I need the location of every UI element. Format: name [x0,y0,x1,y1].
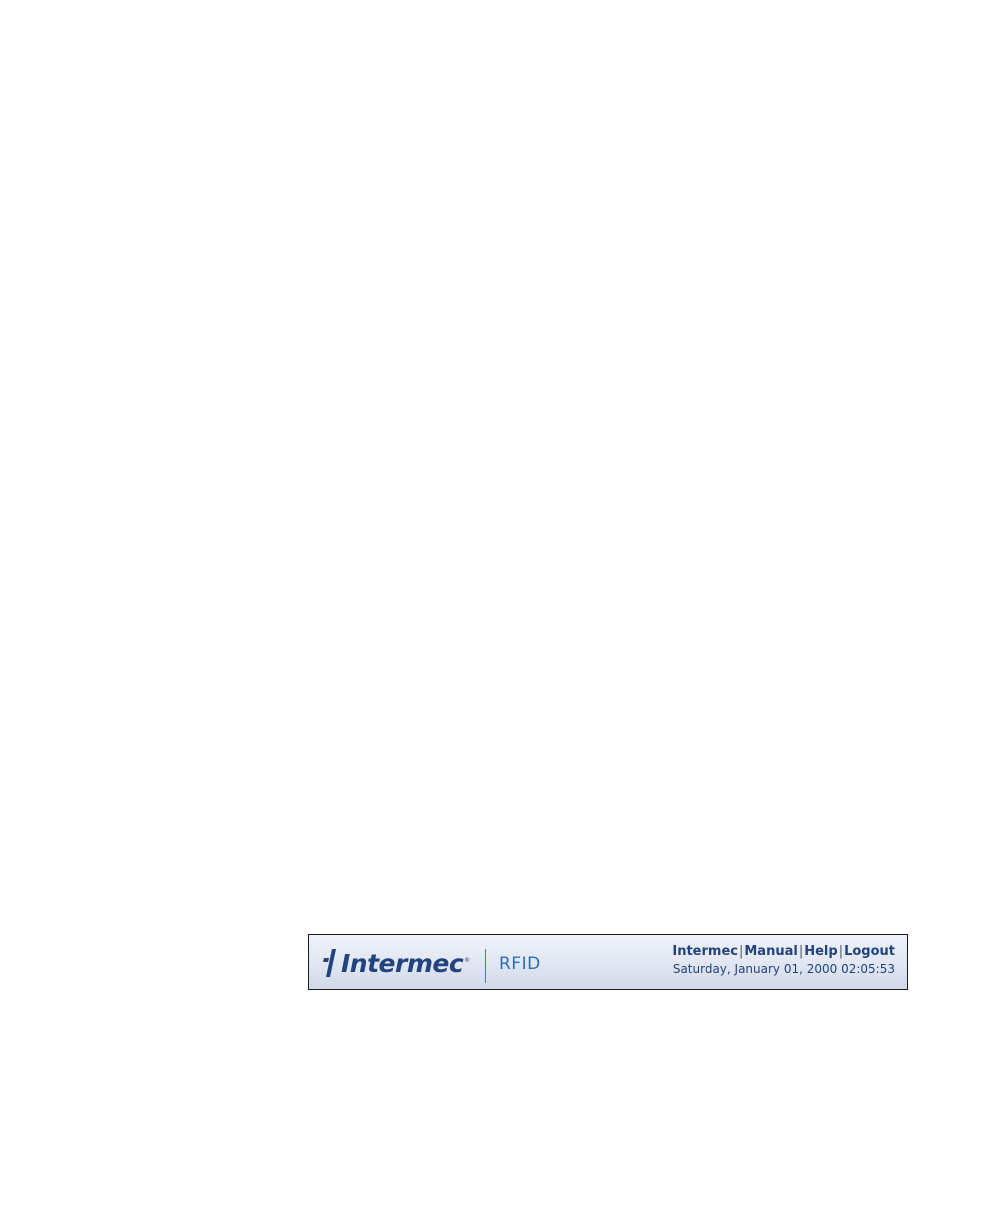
intermec-logo-mark-icon [323,949,336,977]
top-links-nav: Intermec|Manual|Help|Logout [672,944,895,960]
logo-wordmark: Intermec [341,948,464,978]
registered-mark: ® [464,956,471,964]
logout-link[interactable]: Logout [844,944,895,959]
logo-divider [485,949,486,983]
page: Intermec ® RFID Intermec|Manual|Help|Logo… [0,0,1008,1224]
link-separator: | [738,944,744,959]
help-link[interactable]: Help [804,944,837,959]
manual-link[interactable]: Manual [744,944,797,959]
product-name: RFID [499,954,541,974]
link-separator: | [798,944,804,959]
intermec-logo: Intermec ® [323,943,470,983]
intermec-link[interactable]: Intermec [672,944,738,959]
link-separator: | [838,944,844,959]
app-header-bar: Intermec ® RFID Intermec|Manual|Help|Logo… [308,934,908,990]
current-datetime: Saturday, January 01, 2000 02:05:53 [672,962,895,976]
